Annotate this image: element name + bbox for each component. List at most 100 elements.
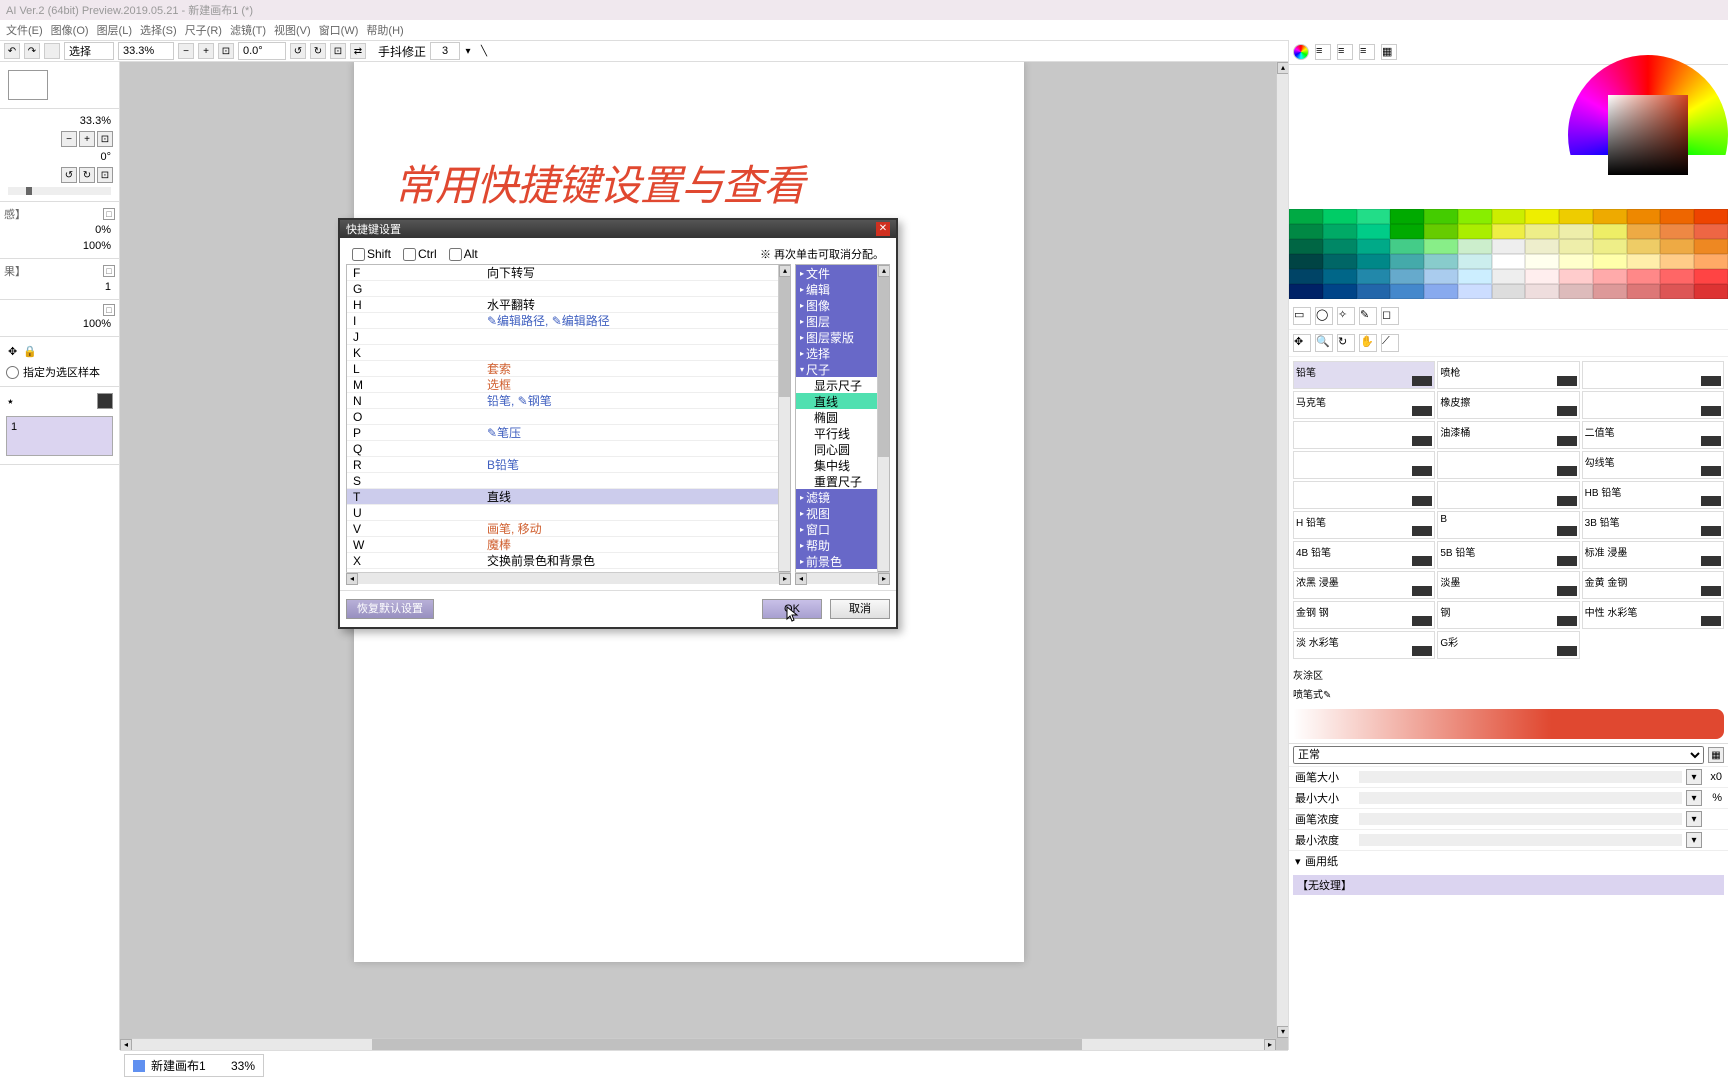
category-item[interactable]: 平行线 [796, 425, 877, 441]
brush-preset[interactable] [1293, 481, 1435, 509]
palette-color[interactable] [1289, 269, 1323, 284]
lasso-tool-icon[interactable]: ◯ [1315, 307, 1333, 325]
shortcut-row[interactable]: K [347, 345, 778, 361]
brush-preset[interactable]: 二值笔 [1582, 421, 1724, 449]
palette-color[interactable] [1289, 209, 1323, 224]
palette-color[interactable] [1559, 224, 1593, 239]
stabilizer-input[interactable] [430, 42, 460, 60]
category-item[interactable]: 直线 [796, 393, 877, 409]
cancel-button[interactable]: 取消 [830, 599, 890, 619]
pen-tool-icon[interactable]: ✎ [1359, 307, 1377, 325]
shortcut-row[interactable]: P✎笔压 [347, 425, 778, 441]
blend-mode-select[interactable]: 正常 [1293, 746, 1704, 764]
category-list-scrollbar[interactable]: ▴ ▾ [877, 265, 889, 583]
palette-color[interactable] [1458, 254, 1492, 269]
palette-color[interactable] [1458, 209, 1492, 224]
brush-preset[interactable]: 金钢 钢 [1293, 601, 1435, 629]
palette-color[interactable] [1492, 239, 1526, 254]
palette-color[interactable] [1525, 224, 1559, 239]
shortcut-row[interactable]: O [347, 409, 778, 425]
tool-mode-dropdown[interactable]: 选择 [64, 42, 114, 60]
brush-preset[interactable] [1437, 451, 1579, 479]
brush-preset[interactable]: B [1437, 511, 1579, 539]
shortcut-row[interactable]: V画笔, 移动 [347, 521, 778, 537]
scroll-up-icon[interactable]: ▴ [1277, 62, 1288, 74]
palette-color[interactable] [1323, 224, 1357, 239]
scroll-up-icon[interactable]: ▴ [878, 265, 890, 277]
palette-color[interactable] [1289, 239, 1323, 254]
category-item[interactable]: 重置尺子 [796, 473, 877, 489]
palette-color[interactable] [1357, 224, 1391, 239]
palette-color[interactable] [1357, 209, 1391, 224]
brush-preset[interactable]: 铅笔 [1293, 361, 1435, 389]
alt-checkbox[interactable]: Alt [449, 247, 478, 261]
category-header[interactable]: ▸滤镜 [796, 489, 877, 505]
shortcut-row[interactable]: S [347, 473, 778, 489]
shortcut-row[interactable]: T直线 [347, 489, 778, 505]
brush-preset[interactable]: H 铅笔 [1293, 511, 1435, 539]
palette-color[interactable] [1660, 269, 1694, 284]
rot-reset-btn[interactable]: ⊡ [97, 167, 113, 183]
brush-grid[interactable]: 铅笔喷枪马克笔橡皮擦油漆桶二值笔勾线笔HB 铅笔H 铅笔B3B 铅笔4B 铅笔5… [1289, 357, 1728, 663]
blend-settings-icon[interactable]: ▦ [1708, 747, 1724, 763]
shortcut-row[interactable]: G [347, 281, 778, 297]
brush-preset[interactable]: 勾线笔 [1582, 451, 1724, 479]
palette-color[interactable] [1525, 284, 1559, 299]
palette-color[interactable] [1694, 239, 1728, 254]
palette-color[interactable] [1458, 224, 1492, 239]
key-list-h-scrollbar[interactable]: ◂ ▸ [346, 572, 791, 584]
palette-color[interactable] [1660, 224, 1694, 239]
rotation-dropdown[interactable]: 0.0° [238, 42, 286, 60]
palette-color[interactable] [1458, 269, 1492, 284]
palette-color[interactable] [1390, 284, 1424, 299]
category-item[interactable]: 同心圆 [796, 441, 877, 457]
canvas-horizontal-scrollbar[interactable]: ◂ ▸ [132, 1038, 1276, 1050]
brush-preset[interactable]: 4B 铅笔 [1293, 541, 1435, 569]
shortcut-row[interactable]: J [347, 329, 778, 345]
menu-filter[interactable]: 滤镜(T) [230, 22, 266, 38]
cat-list-h-scrollbar[interactable]: ◂ ▸ [795, 572, 890, 584]
category-header[interactable]: ▸图层蒙版 [796, 329, 877, 345]
zoom-dropdown[interactable]: 33.3% [118, 42, 174, 60]
dropdown-arrow-icon[interactable]: ▾ [464, 43, 472, 59]
palette-color[interactable] [1593, 224, 1627, 239]
palette-color[interactable] [1593, 269, 1627, 284]
palette-color[interactable] [1289, 224, 1323, 239]
brush-preset[interactable]: HB 铅笔 [1582, 481, 1724, 509]
shortcut-key-list[interactable]: F向下转写GH水平翻转I✎编辑路径, ✎编辑路径JKL套索M选框N铅笔, ✎钢笔… [346, 264, 791, 584]
scroll-right-icon[interactable]: ▸ [878, 573, 890, 585]
brush-preset[interactable]: 中性 水彩笔 [1582, 601, 1724, 629]
zoom-tool-icon[interactable]: 🔍 [1315, 334, 1333, 352]
category-header[interactable]: ▸视图 [796, 505, 877, 521]
palette-color[interactable] [1323, 239, 1357, 254]
palette-color[interactable] [1492, 224, 1526, 239]
scroll-right-icon[interactable]: ▸ [779, 573, 791, 585]
shortcut-row[interactable]: Q [347, 441, 778, 457]
flip-icon[interactable]: ⇄ [350, 43, 366, 59]
category-header[interactable]: ▸编辑 [796, 281, 877, 297]
brush-preset[interactable]: 橡皮擦 [1437, 391, 1579, 419]
selection-sample-checkbox[interactable]: 指定为选区样本 [4, 362, 115, 382]
brush-preset[interactable] [1437, 481, 1579, 509]
category-header[interactable]: ▸选择 [796, 345, 877, 361]
palette-color[interactable] [1525, 269, 1559, 284]
undo-icon[interactable]: ↶ [4, 43, 20, 59]
category-item[interactable]: 显示尺子 [796, 377, 877, 393]
menu-select[interactable]: 选择(S) [140, 22, 177, 38]
palette-color[interactable] [1660, 254, 1694, 269]
palette-icon[interactable]: ▦ [1381, 44, 1397, 60]
palette-color[interactable] [1424, 209, 1458, 224]
palette-color[interactable] [1323, 284, 1357, 299]
brush-preset[interactable]: 马克笔 [1293, 391, 1435, 419]
palette-color[interactable] [1627, 224, 1661, 239]
color-wheel-tab-icon[interactable] [1293, 44, 1309, 60]
palette-color[interactable] [1424, 269, 1458, 284]
shortcut-row[interactable]: F向下转写 [347, 265, 778, 281]
redo-icon[interactable]: ↷ [24, 43, 40, 59]
lock-tool-icon[interactable]: 🔒 [23, 345, 37, 358]
scroll-thumb[interactable] [779, 277, 790, 397]
brush-preset[interactable]: 金黄 金钢 [1582, 571, 1724, 599]
category-item[interactable]: 椭圆 [796, 409, 877, 425]
panel-close-icon-3[interactable]: □ [103, 304, 115, 316]
navigator-thumbnail[interactable] [8, 70, 48, 100]
